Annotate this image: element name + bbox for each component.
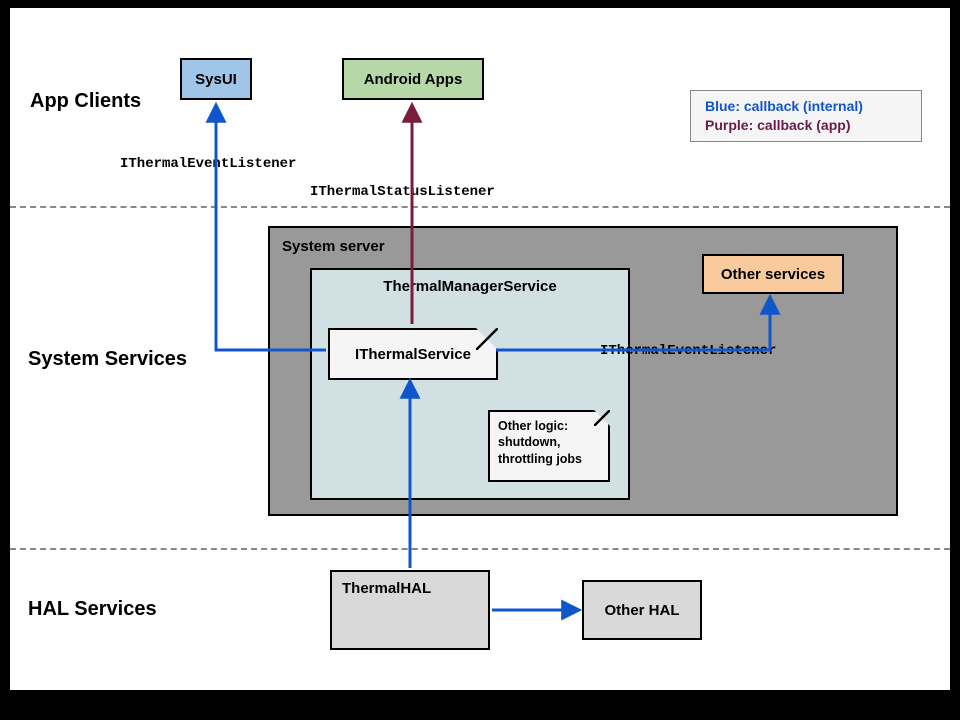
box-ithermal-service: IThermalService: [328, 328, 498, 380]
architecture-diagram: App Clients System Services HAL Services…: [10, 8, 950, 690]
box-other-services: Other services: [702, 254, 844, 294]
box-other-hal-label: Other HAL: [605, 602, 680, 619]
box-sysui-label: SysUI: [195, 71, 237, 88]
box-thermal-hal: ThermalHAL: [330, 570, 490, 650]
label-ithermal-event-listener-right: IThermalEventListener: [600, 343, 776, 359]
box-android-apps-label: Android Apps: [364, 71, 463, 88]
box-other-services-label: Other services: [721, 266, 825, 283]
box-system-server: System server ThermalManagerService IThe…: [268, 226, 898, 516]
legend-purple: Purple: callback (app): [705, 116, 907, 135]
box-sysui: SysUI: [180, 58, 252, 100]
legend-box: Blue: callback (internal) Purple: callba…: [690, 90, 922, 142]
section-label-app-clients: App Clients: [30, 90, 141, 113]
section-label-system-services: System Services: [28, 348, 187, 371]
box-other-hal: Other HAL: [582, 580, 702, 640]
box-thermal-hal-label: ThermalHAL: [342, 580, 431, 597]
box-tms-label: ThermalManagerService: [312, 278, 628, 295]
divider-1: [10, 206, 950, 208]
label-ithermal-status-listener: IThermalStatusListener: [310, 184, 495, 200]
legend-blue: Blue: callback (internal): [705, 97, 907, 116]
box-system-server-label: System server: [282, 238, 385, 255]
box-ithermal-service-label: IThermalService: [355, 346, 471, 363]
box-android-apps: Android Apps: [342, 58, 484, 100]
divider-2: [10, 548, 950, 550]
box-thermal-manager-service: ThermalManagerService IThermalService Ot…: [310, 268, 630, 500]
box-other-logic-label: Other logic: shutdown, throttling jobs: [498, 419, 582, 466]
section-label-hal-services: HAL Services: [28, 598, 157, 621]
label-ithermal-event-listener-left: IThermalEventListener: [120, 156, 296, 172]
box-other-logic: Other logic: shutdown, throttling jobs: [488, 410, 610, 482]
